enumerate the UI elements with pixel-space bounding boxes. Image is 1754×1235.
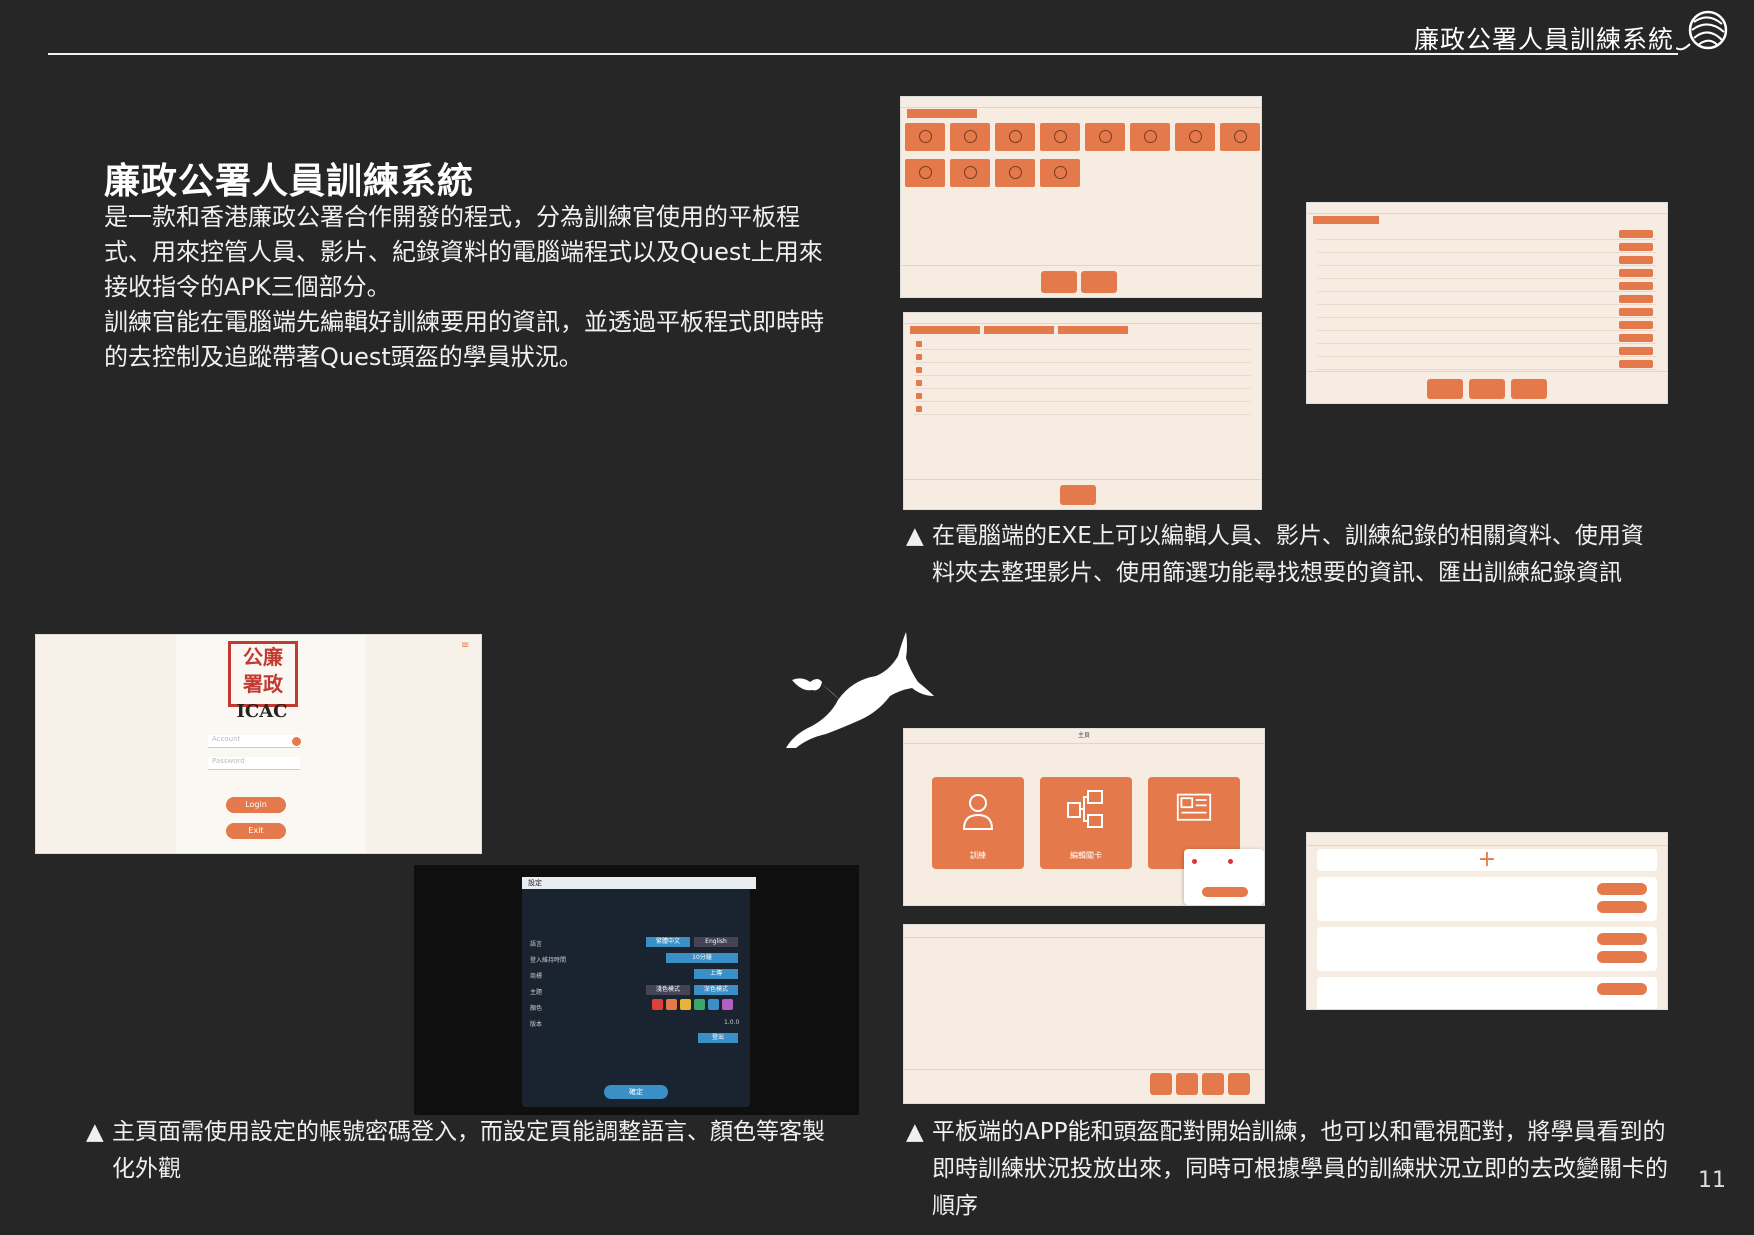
color-swatch[interactable] [708,999,719,1010]
train-tile[interactable]: 訓練 [932,777,1024,869]
table-row[interactable] [1317,255,1657,266]
video-folder-icon[interactable] [905,159,945,187]
header-brand: 廉政公署人員訓練系統 [1413,25,1674,54]
video-folder-icon[interactable] [1130,123,1170,151]
color-swatch[interactable] [694,999,705,1010]
session-list-screenshot: + [1306,832,1668,1010]
settings-screenshot: 設定 語言 繁體中文 English 登入維持時間 10分鐘 商標 上傳 主題 … [414,865,859,1115]
yarn-logo-icon [1676,10,1728,51]
person-vr-icon [962,794,994,830]
table-row[interactable] [1317,307,1657,318]
color-swatch[interactable] [652,999,663,1010]
settings-icon[interactable]: ≡ [461,641,471,651]
video-folder-icon[interactable] [905,123,945,151]
dropdown-icon[interactable] [292,737,301,746]
dark-theme-button[interactable]: 深色模式 [694,985,738,995]
exit-button[interactable]: Exit [226,823,286,839]
intro-paragraph-2: 訓練官能在電腦端先編輯好訓練要用的資訊，並透過平板程式即時時的去控制及追蹤帶著Q… [104,308,824,371]
save-icon[interactable] [1228,1073,1250,1095]
confirm-button[interactable]: 確定 [604,1085,668,1099]
video-folder-icon[interactable] [1085,123,1125,151]
page-number: 11 [1698,1168,1726,1193]
color-swatch[interactable] [666,999,677,1010]
table-row[interactable] [914,339,1251,350]
table-row[interactable] [1317,333,1657,344]
account-input[interactable]: Account [208,735,300,748]
video-folder-icon[interactable] [995,123,1035,151]
duration-select[interactable]: 10分鐘 [666,953,738,963]
level-editor-screenshot [903,924,1265,1104]
training-record-screenshot [903,312,1262,510]
user-manager-screenshot [1306,202,1668,404]
video-folder-icon[interactable] [995,159,1035,187]
lang-en-button[interactable]: English [694,937,738,947]
video-folder-icon[interactable] [950,159,990,187]
tablet-caption-text: 平板端的APP能和頭盔配對開始訓練，也可以和電視配對，將學員看到的即時訓練狀況投… [932,1119,1668,1219]
table-row[interactable] [914,378,1251,389]
table-row[interactable] [1317,320,1657,331]
table-row[interactable] [1317,359,1657,370]
pair-button[interactable] [1202,887,1248,897]
color-swatch[interactable] [680,999,691,1010]
table-row[interactable] [1317,242,1657,253]
flowchart-icon [1067,790,1103,828]
intro-paragraph-1: 是一款和香港廉政公署合作開發的程式，分為訓練官使用的平板程式、用來控管人員、影片… [104,203,823,301]
page-title: 廉政公署人員訓練系統 [104,161,475,202]
tablet-menu-screenshot: 主頁 訓練 編輯關卡 [903,728,1265,906]
video-folder-icon[interactable] [950,123,990,151]
light-theme-button[interactable]: 淺色模式 [646,985,690,995]
caption-marker: ▲ [906,523,924,549]
video-folder-icon[interactable] [1040,123,1080,151]
table-row[interactable] [914,391,1251,402]
add-button[interactable]: + [1317,849,1657,871]
org-name: ICAC [236,701,288,722]
tablet-caption: ▲ 平板端的APP能和頭盔配對開始訓練，也可以和電視配對，將學員看到的即時訓練狀… [906,1114,1672,1225]
icac-seal-logo: 公廉 署政 [228,641,298,707]
caption-marker: ▲ [86,1119,104,1145]
edit-icon[interactable] [1150,1073,1172,1095]
color-swatch[interactable] [722,999,733,1010]
video-manager-screenshot [900,96,1262,298]
pairing-popup [1184,849,1264,905]
video-folder-icon[interactable] [1040,159,1080,187]
document-icon [1176,793,1212,821]
lang-zh-button[interactable]: 繁體中文 [646,937,690,947]
video-folder-icon[interactable] [1220,123,1260,151]
table-row[interactable] [1317,229,1657,240]
exe-caption: ▲ 在電腦端的EXE上可以編輯人員、影片、訓練紀錄的相關資料、使用資料夾去整理影… [906,518,1662,592]
table-row[interactable] [1317,268,1657,279]
login-screenshot: 公廉 署政 ICAC Account Password Login Exit ≡ [35,634,482,854]
login-button[interactable]: Login [226,797,286,813]
password-input[interactable]: Password [208,757,300,770]
table-row[interactable] [914,365,1251,376]
edit-levels-tile[interactable]: 編輯關卡 [1040,777,1132,869]
exe-caption-text: 在電腦端的EXE上可以編輯人員、影片、訓練紀錄的相關資料、使用資料夾去整理影片、… [932,523,1644,586]
delete-icon[interactable] [1202,1073,1224,1095]
table-row[interactable] [914,352,1251,363]
upload-button[interactable]: 上傳 [694,969,738,979]
login-caption: ▲ 主頁面需使用設定的帳號密碼登入，而設定頁能調整語言、顏色等客製化外觀 [86,1114,832,1188]
table-row[interactable] [1317,281,1657,292]
login-caption-text: 主頁面需使用設定的帳號密碼登入，而設定頁能調整語言、顏色等客製化外觀 [112,1119,825,1182]
table-row[interactable] [1317,346,1657,357]
logout-button[interactable]: 登出 [698,1033,738,1043]
table-row[interactable] [1317,294,1657,305]
caption-marker: ▲ [906,1119,924,1145]
copy-icon[interactable] [1176,1073,1198,1095]
video-folder-icon[interactable] [1175,123,1215,151]
settings-title: 設定 [522,877,756,889]
table-row[interactable] [914,404,1251,415]
